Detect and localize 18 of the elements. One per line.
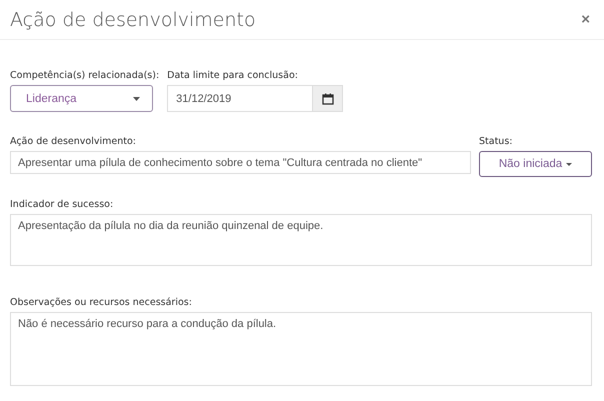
field-label: Status: xyxy=(479,136,514,147)
close-button[interactable]: × xyxy=(577,11,594,28)
action-field[interactable]: Apresentar uma pílula de conhecimento sobre o tema "Cultura centrada no cliente" xyxy=(10,151,471,174)
field-label: Observações ou recursos necessários: xyxy=(10,297,193,308)
status-dropdown[interactable]: Não iniciada xyxy=(479,151,592,177)
field-label: Data limite para conclusão: xyxy=(167,70,299,81)
competency-dropdown[interactable]: Liderança xyxy=(10,85,153,112)
success-indicator-field[interactable]: Apresentação da pílula no dia da reunião quinzenal de equipe. xyxy=(10,214,592,266)
caret-icon xyxy=(566,162,572,166)
calendar-icon xyxy=(322,92,334,104)
field-label: Indicador de sucesso: xyxy=(10,199,114,210)
field-label: Competência(s) relacionada(s): xyxy=(10,70,160,81)
dialog-title: Ação de desenvolvimento xyxy=(10,8,256,30)
date-field[interactable]: 31/12/2019 xyxy=(167,85,314,112)
field-label: Ação de desenvolvimento: xyxy=(10,136,137,147)
notes-field[interactable]: Não é necessário recurso para a condução da pílula. xyxy=(10,312,592,386)
calendar-button[interactable] xyxy=(313,85,344,112)
caret-icon xyxy=(133,96,140,100)
